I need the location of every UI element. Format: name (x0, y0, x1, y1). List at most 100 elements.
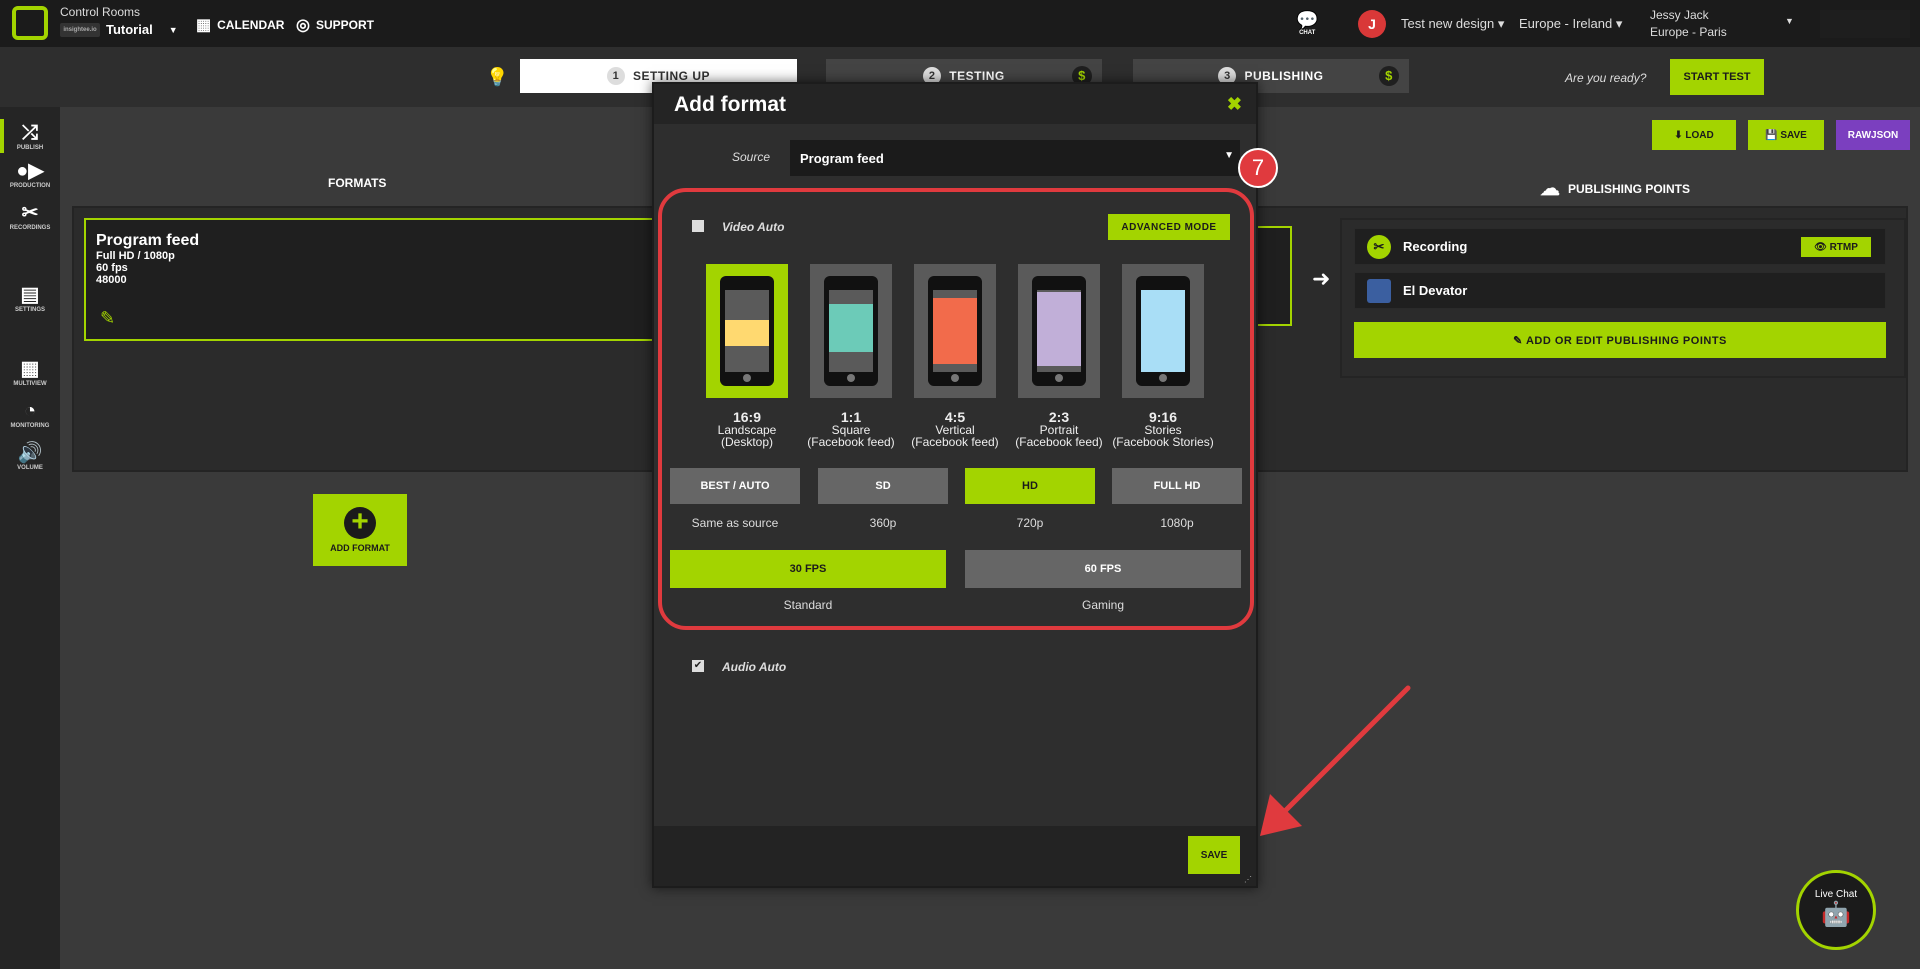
aspect-caption: 2:3 Portrait (Facebook feed) (1015, 409, 1103, 449)
app-logo[interactable] (12, 6, 48, 40)
phone-icon (720, 276, 774, 386)
avatar (1367, 278, 1391, 303)
save-button[interactable]: SAVE (1188, 836, 1240, 874)
chevron-down-icon: ▼ (1224, 150, 1234, 161)
aspect-tile-4x5[interactable] (914, 264, 996, 398)
sidebar-item-settings[interactable]: ▤ SETTINGS (0, 283, 60, 313)
fps-caption: Standard (783, 598, 833, 612)
video-auto-checkbox[interactable] (692, 220, 704, 232)
audio-auto-checkbox[interactable]: ✔ (692, 660, 704, 672)
quality-caption: 720p (1016, 516, 1044, 530)
aspect-caption: 16:9 Landscape (Desktop) (717, 409, 777, 449)
fps-button-gaming[interactable]: 60 FPS (965, 550, 1241, 588)
sidebar-item-volume[interactable]: 🔊 VOLUME (0, 441, 60, 471)
blurred-area (1820, 10, 1910, 38)
quality-caption: 1080p (1160, 516, 1194, 530)
support-link[interactable]: ◎ SUPPORT (296, 15, 374, 35)
aspect-tile-16x9[interactable] (706, 264, 788, 398)
audio-auto-label: Audio Auto (722, 660, 787, 674)
robot-icon: 🤖 (1821, 901, 1851, 928)
modal-header: Add format ✖ (654, 84, 1256, 124)
dollar-icon: $ (1379, 66, 1399, 86)
region-select[interactable]: Europe - Ireland ▾ (1519, 16, 1622, 32)
aspect-tile-2x3[interactable] (1018, 264, 1100, 398)
sidebar-item-publish[interactable]: ⤮ PUBLISH (0, 121, 60, 151)
calendar-icon: ▦ (196, 17, 212, 34)
gauge-icon: ◔ (23, 400, 37, 422)
quality-button-360p[interactable]: SD (818, 468, 948, 504)
quality-caption: Same as source (691, 516, 779, 530)
formats-title: FORMATS (328, 176, 387, 190)
room-selector[interactable]: Control Rooms insightee.io Tutorial ▼ (60, 5, 178, 37)
lifebuoy-icon: ◎ (296, 17, 310, 34)
plus-icon: + (344, 507, 376, 539)
rtmp-button[interactable]: 👁 RTMP (1801, 237, 1871, 257)
phone-icon (824, 276, 878, 386)
phone-icon (1136, 276, 1190, 386)
resize-handle[interactable]: ⋰ (1244, 875, 1252, 884)
step-badge: 7 (1238, 148, 1278, 188)
calendar-link[interactable]: ▦ CALENDAR (196, 15, 284, 35)
phone-icon (1032, 276, 1086, 386)
start-test-button[interactable]: START TEST (1670, 59, 1764, 95)
aspect-caption: 4:5 Vertical (Facebook feed) (911, 409, 999, 449)
publishing-point-recording[interactable]: ✂ Recording 👁 RTMP (1354, 228, 1886, 265)
fps-caption: Gaming (1081, 598, 1125, 612)
quality-button-1080p[interactable]: FULL HD (1112, 468, 1242, 504)
annotation-arrow (1260, 685, 1411, 836)
project-select[interactable]: Test new design ▾ (1401, 16, 1504, 32)
scissors-icon: ✂ (1367, 234, 1391, 259)
sidebar-item-monitoring[interactable]: ◔ MONITORING (0, 399, 60, 429)
camera-icon: ●▶ (16, 160, 44, 182)
sidebar-item-recordings[interactable]: ✂ RECORDINGS (0, 201, 60, 231)
user-menu[interactable]: Jessy Jack Europe - Paris (1650, 7, 1727, 41)
aspect-tile-1x1[interactable] (810, 264, 892, 398)
pencil-icon[interactable]: ✎ (100, 308, 115, 329)
chevron-down-icon[interactable]: ▼ (1785, 16, 1794, 26)
phone-icon (928, 276, 982, 386)
format-card-title: Program feed (96, 232, 200, 249)
add-format-modal: Add format ✖ Source Program feed ▼ 7 Vide… (652, 82, 1278, 888)
app-name: Control Rooms (60, 5, 141, 19)
publishing-point-el-devator[interactable]: El Devator (1354, 272, 1886, 309)
chevron-down-icon: ▼ (168, 24, 178, 35)
avatar[interactable]: J (1358, 10, 1386, 38)
room-name: Tutorial (106, 22, 153, 37)
aspect-caption: 1:1 Square (Facebook feed) (807, 409, 895, 449)
close-icon[interactable]: ✖ (1227, 94, 1242, 115)
live-chat-button[interactable]: Live Chat 🤖 (1796, 870, 1876, 950)
load-button[interactable]: ⬇ LOAD (1652, 120, 1736, 150)
video-auto-label: Video Auto (722, 220, 785, 234)
quality-button-same-as-source[interactable]: BEST / AUTO (670, 468, 800, 504)
source-label: Source (732, 150, 771, 164)
publishing-title: ☁ PUBLISHING POINTS (1540, 178, 1691, 200)
chat-icon: 💬 (1296, 10, 1319, 30)
format-card[interactable]: Program feed Full HD / 1080p 60 fps 4800… (84, 218, 684, 341)
modal-footer: SAVE ⋰ (654, 826, 1256, 886)
add-format-button[interactable]: + ADD FORMAT (313, 494, 407, 566)
aspect-tile-9x16[interactable] (1122, 264, 1204, 398)
modal-title: Add format (674, 93, 786, 116)
aspect-caption: 9:16 Stories (Facebook Stories) (1112, 409, 1214, 449)
fps-button-standard[interactable]: 30 FPS (670, 550, 946, 588)
ready-text: Are you ready? (1565, 71, 1647, 85)
volume-icon: 🔊 (17, 442, 43, 464)
advanced-mode-button[interactable]: ADVANCED MODE (1108, 214, 1230, 240)
source-select[interactable]: Program feed ▼ (790, 140, 1240, 176)
newspaper-icon: ▤ (20, 284, 40, 306)
scissors-icon: ✂ (21, 202, 39, 224)
room-chip: insightee.io (60, 22, 100, 37)
lightbulb-icon[interactable]: 💡 (486, 67, 508, 88)
sidebar-item-multiview[interactable]: ▦ MULTIVIEW (0, 357, 60, 387)
arrow-right-icon: ➜ (1312, 266, 1331, 291)
rawjson-button[interactable]: RAWJSON (1836, 120, 1910, 150)
shuffle-icon: ⤮ (22, 122, 38, 144)
chat-button[interactable]: 💬 CHAT (1296, 10, 1318, 36)
sidebar-item-production[interactable]: ●▶ PRODUCTION (0, 159, 60, 189)
save-top-button[interactable]: 💾 SAVE (1748, 120, 1824, 150)
quality-button-720p[interactable]: HD (965, 468, 1095, 504)
grid-icon: ▦ (20, 358, 40, 380)
cloud-upload-icon: ☁ (1540, 178, 1560, 200)
sidebar: ⤮ PUBLISH ●▶ PRODUCTION ✂ RECORDINGS ▤ SETTI… (0, 107, 60, 969)
add-edit-publishing-button[interactable]: ✎ ADD OR EDIT PUBLISHING POINTS (1354, 322, 1886, 358)
